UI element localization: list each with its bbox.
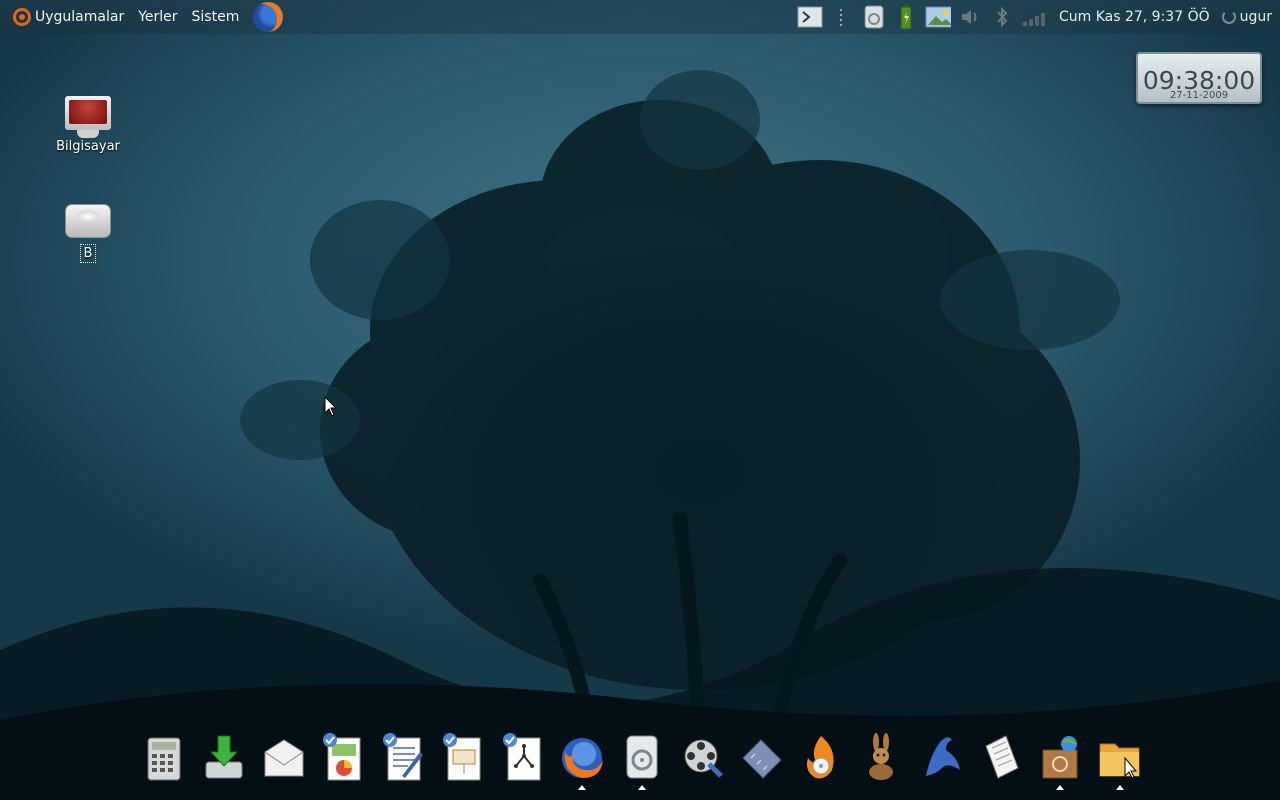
dock-item-presentation[interactable] <box>437 732 489 792</box>
menu-places[interactable]: Yerler <box>131 0 184 34</box>
panel-clock[interactable]: Cum Kas 27, 9:37 ÖÖ <box>1053 9 1216 25</box>
username-label: ugur <box>1239 9 1272 25</box>
mail-icon <box>264 739 303 777</box>
disk-monitor-icon[interactable] <box>861 5 887 29</box>
dock-item-spreadsheet[interactable] <box>317 732 369 792</box>
separator-handle-icon <box>829 5 855 29</box>
dock-item-writer[interactable] <box>377 732 429 792</box>
drive-icon <box>65 204 111 238</box>
dock-item-folder[interactable] <box>1094 732 1146 792</box>
panel-menu-bar: Uygulamalar Yerler Sistem <box>0 0 298 34</box>
clock-date: 27-11-2009 <box>1169 90 1229 101</box>
dock-item-download[interactable] <box>198 732 250 792</box>
dock-item-document-viewer[interactable] <box>975 732 1027 792</box>
desktop-icon-computer[interactable]: Bilgisayar <box>38 96 138 155</box>
desktop-icon-drive[interactable]: B <box>38 204 138 263</box>
firefox-icon <box>253 2 284 32</box>
user-switcher[interactable]: ugur <box>1221 9 1272 25</box>
menu-applications[interactable]: Uygulamalar <box>6 0 131 34</box>
system-tray: Cum Kas 27, 9:37 ÖÖ ugur <box>797 4 1280 30</box>
dock-item-calculator[interactable] <box>138 732 190 792</box>
battery-icon[interactable] <box>893 4 919 30</box>
dock-item-package[interactable] <box>1034 732 1086 792</box>
dock-item-ruler[interactable] <box>736 732 788 792</box>
dock-item-disk-utility[interactable] <box>616 732 668 792</box>
clock-widget[interactable]: 09:38:00 27-11-2009 <box>1136 52 1262 104</box>
dock-item-mail[interactable] <box>258 732 310 792</box>
dock-item-firefox[interactable] <box>556 732 608 792</box>
disk-utility-icon <box>626 735 658 779</box>
computer-stand <box>77 130 99 138</box>
ruler-icon <box>741 739 782 779</box>
wallpaper-scene <box>0 70 1280 800</box>
top-panel: Uygulamalar Yerler Sistem Cum Kas 27, 9:… <box>0 0 1280 34</box>
desktop-icon-label: Bilgisayar <box>56 139 120 154</box>
writer-icon <box>383 733 423 781</box>
ubuntu-logo-icon <box>13 8 31 26</box>
menu-system-label: Sistem <box>191 9 240 25</box>
mouse-cursor-icon <box>324 396 338 417</box>
power-icon <box>1221 10 1236 24</box>
firefox-launcher[interactable] <box>246 0 290 34</box>
bird-icon <box>925 737 960 776</box>
terminal-icon[interactable] <box>797 5 823 29</box>
dock-item-burner[interactable] <box>795 732 847 792</box>
calculator-icon <box>147 737 181 781</box>
rabbit-icon <box>869 733 893 780</box>
volume-icon[interactable] <box>957 5 983 29</box>
wallpaper-changer-icon[interactable] <box>925 5 951 29</box>
diagram-icon <box>502 733 540 781</box>
package-icon <box>1042 736 1078 779</box>
spreadsheet-icon <box>323 733 361 781</box>
presentation-icon <box>442 733 481 781</box>
media-player-icon <box>684 739 723 778</box>
computer-icon <box>65 96 111 130</box>
menu-system[interactable]: Sistem <box>185 0 247 34</box>
network-signal-icon[interactable] <box>1021 5 1047 29</box>
menu-places-label: Yerler <box>138 9 178 25</box>
dock-item-media-player[interactable] <box>676 732 728 792</box>
document-viewer-icon <box>984 735 1019 779</box>
firefox-icon <box>562 738 604 778</box>
bluetooth-icon[interactable] <box>989 5 1015 29</box>
menu-applications-label: Uygulamalar <box>35 9 125 25</box>
dock <box>130 732 1154 800</box>
folder-icon <box>1099 743 1140 779</box>
dock-item-diagram[interactable] <box>497 732 549 792</box>
desktop-icon-label: B <box>79 244 97 263</box>
download-icon <box>205 735 243 779</box>
burner-icon <box>807 736 834 779</box>
dock-item-bird[interactable] <box>915 732 967 792</box>
dock-item-rabbit[interactable] <box>855 732 907 792</box>
